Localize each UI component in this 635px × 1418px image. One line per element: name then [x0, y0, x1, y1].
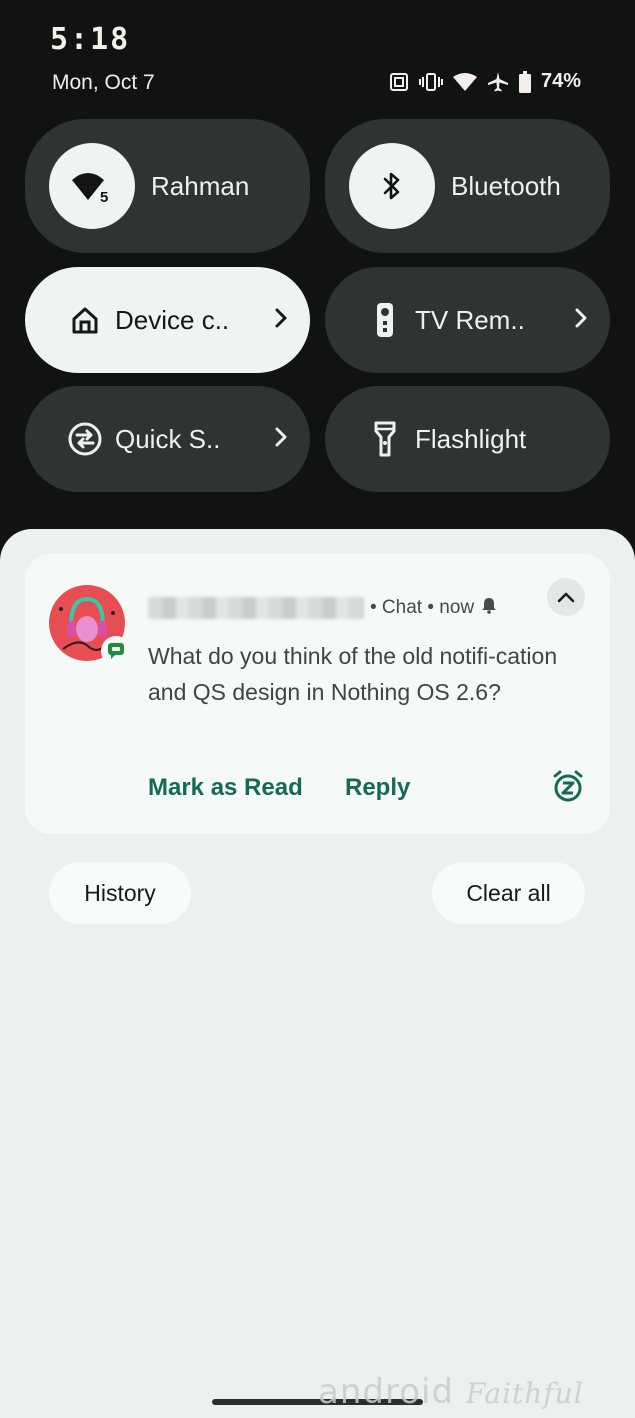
- watermark-main: android: [318, 1372, 455, 1412]
- quick-share-icon: [65, 421, 105, 457]
- notification-header: • Chat • now: [148, 596, 498, 620]
- battery-icon: [518, 70, 531, 93]
- tv-remote-tile[interactable]: TV Rem..: [325, 267, 610, 373]
- chat-app-badge-icon: [101, 636, 131, 666]
- device-controls-label: Device c..: [115, 304, 230, 335]
- battery-percent: 74%: [540, 70, 581, 92]
- chevron-up-icon: [557, 592, 575, 603]
- flashlight-label: Flashlight: [415, 423, 527, 454]
- flashlight-tile[interactable]: Flashlight: [325, 386, 610, 492]
- wifi-tile-icon-bubble: 5: [49, 143, 135, 229]
- notification-message: What do you think of the old notifi-cati…: [148, 643, 558, 705]
- nfc-icon: [389, 72, 409, 92]
- notification-app-time: • Chat • now: [370, 597, 475, 618]
- collapse-button[interactable]: [547, 578, 585, 616]
- wifi-icon: 5: [72, 173, 108, 204]
- chevron-right-icon: [274, 307, 288, 334]
- home-icon: [65, 305, 105, 335]
- vibrate-icon: [418, 72, 443, 92]
- bluetooth-icon: [383, 172, 400, 200]
- sender-name-blurred: [148, 597, 364, 619]
- bluetooth-tile-label: Bluetooth: [451, 170, 561, 201]
- mark-as-read-button[interactable]: Mark as Read: [148, 774, 303, 802]
- bluetooth-tile-icon-bubble: [349, 143, 435, 229]
- watermark-script: Faithful: [465, 1377, 584, 1410]
- chevron-right-icon: [274, 426, 288, 453]
- wifi-icon: [452, 72, 477, 92]
- wifi-tile[interactable]: 5 Rahman: [25, 119, 310, 253]
- clear-all-button[interactable]: Clear all: [432, 862, 585, 924]
- tv-remote-label: TV Rem..: [415, 304, 525, 335]
- chevron-right-icon: [574, 307, 588, 334]
- wifi-tile-label: Rahman: [151, 170, 250, 201]
- watermark-logo: android Faithful: [318, 1372, 584, 1412]
- date: Mon, Oct 7: [52, 71, 155, 94]
- history-button[interactable]: History: [49, 862, 191, 924]
- chat-notification[interactable]: • Chat • now What do you think of the ol…: [25, 554, 610, 834]
- flashlight-icon: [365, 421, 405, 457]
- reply-button[interactable]: Reply: [345, 774, 410, 802]
- quick-share-label: Quick S..: [115, 423, 221, 454]
- wifi-signal-badge: 5: [100, 189, 108, 204]
- quick-share-tile[interactable]: Quick S..: [25, 386, 310, 492]
- bell-icon: [480, 596, 498, 620]
- tv-remote-icon: [365, 302, 405, 338]
- snooze-icon[interactable]: [552, 770, 584, 807]
- device-controls-tile[interactable]: Device c..: [25, 267, 310, 373]
- bluetooth-tile[interactable]: Bluetooth: [325, 119, 610, 253]
- airplane-icon: [487, 71, 509, 93]
- clock: 5:18: [50, 22, 131, 57]
- status-icons: 74%: [389, 70, 581, 93]
